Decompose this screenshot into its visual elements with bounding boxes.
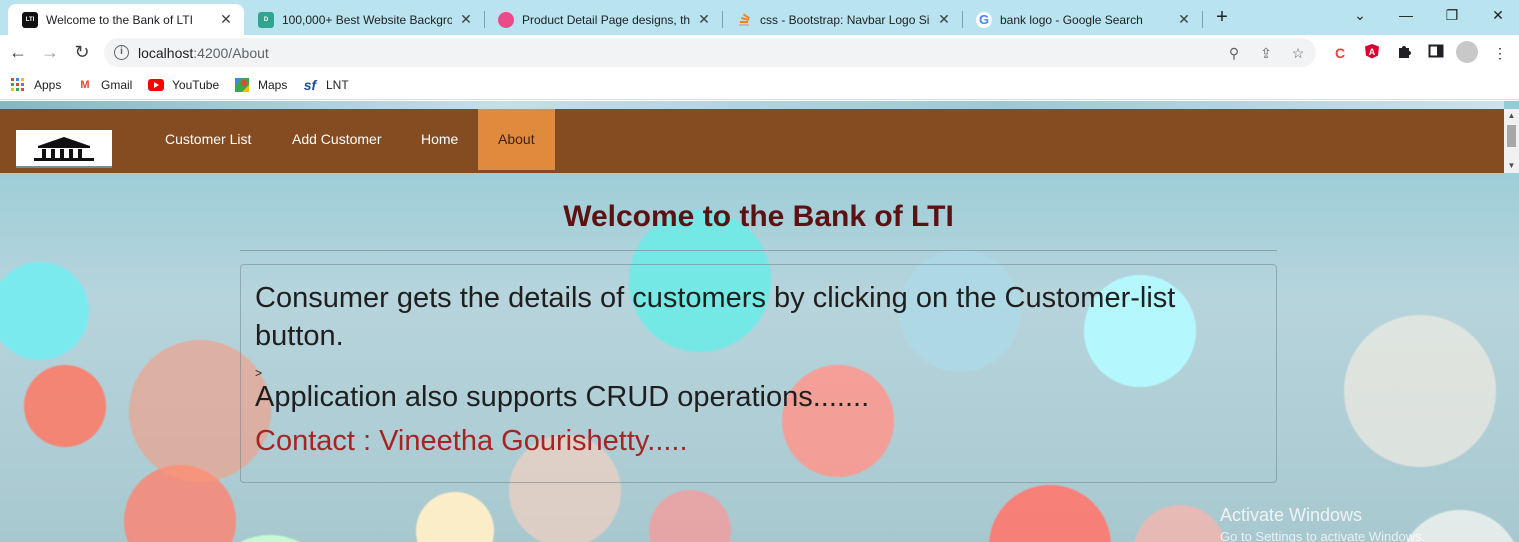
tab-bootstrap-navbar[interactable]: css - Bootstrap: Navbar Logo Size ✕ (722, 4, 962, 35)
close-tab-icon[interactable]: ✕ (1176, 11, 1192, 28)
bookmark-label: Gmail (101, 78, 133, 92)
tab-title: css - Bootstrap: Navbar Logo Size (760, 12, 930, 27)
contact-text: Contact : Vineetha Gourishetty..... (255, 425, 688, 457)
browser-tab-strip: LTI Welcome to the Bank of LTI ✕ D 100,0… (0, 0, 1519, 35)
nav-customer-list[interactable]: Customer List (145, 109, 271, 170)
extensions-puzzle-icon[interactable] (1394, 43, 1414, 63)
bookmark-star-icon[interactable]: ☆ (1288, 43, 1308, 63)
nav-home[interactable]: Home (401, 109, 478, 170)
bookmark-label: Maps (258, 78, 288, 92)
tab-title: 100,000+ Best Website Backgrounds (282, 12, 452, 27)
site-info-icon[interactable]: i (114, 45, 129, 60)
sf-icon: sf (303, 77, 317, 93)
tab-separator (1202, 11, 1203, 28)
bookmark-gmail[interactable]: M Gmail (77, 77, 132, 93)
maps-icon (234, 77, 250, 93)
bookmark-maps[interactable]: Maps (234, 77, 287, 93)
back-arrow-icon[interactable]: ← (6, 41, 30, 65)
share-icon[interactable]: ⇪ (1256, 43, 1276, 63)
about-paragraph-1: Consumer gets the details of customers b… (255, 282, 1176, 352)
restore-icon[interactable]: ❐ (1432, 4, 1472, 28)
bookmark-label: YouTube (172, 78, 220, 92)
apps-grid-icon (10, 77, 26, 93)
d-favicon-icon: D (258, 11, 274, 28)
google-favicon-icon: G (976, 11, 992, 28)
close-tab-icon[interactable]: ✕ (936, 11, 952, 28)
heading-divider (240, 250, 1277, 251)
activate-windows-subtitle: Go to Settings to activate Windows. (1220, 529, 1426, 542)
side-panel-icon[interactable] (1426, 43, 1446, 63)
url-host: localhost (138, 45, 194, 61)
tab-website-backgrounds[interactable]: D 100,000+ Best Website Backgrounds ✕ (244, 4, 484, 35)
profile-avatar[interactable] (1456, 41, 1478, 63)
address-bar[interactable]: i localhost:4200/About ⚲ ⇪ ☆ (104, 38, 1316, 67)
tab-search-chevron-icon[interactable]: ⌄ (1340, 4, 1380, 28)
browser-toolbar: ← → ↻ i localhost:4200/About ⚲ ⇪ ☆ C A ⋮ (0, 35, 1519, 70)
about-card: Consumer gets the details of customers b… (240, 264, 1277, 483)
bookmark-lnt[interactable]: sf LNT (302, 77, 349, 93)
scroll-up-arrow-icon[interactable]: ▲ (1504, 109, 1519, 123)
dribbble-favicon-icon (498, 11, 514, 28)
new-tab-plus-icon[interactable]: + (1210, 6, 1234, 30)
page-viewport: Customer List Add Customer Home About ▲ … (0, 101, 1519, 542)
bookmarks-bar: Apps M Gmail YouTube Maps sf LNT (0, 70, 1519, 100)
zoom-icon[interactable]: ⚲ (1224, 43, 1244, 63)
bookmark-youtube[interactable]: YouTube (148, 77, 219, 93)
background-stripe (0, 101, 1504, 109)
svg-text:A: A (1369, 47, 1376, 57)
tab-welcome-bank[interactable]: LTI Welcome to the Bank of LTI ✕ (8, 4, 244, 35)
forward-arrow-icon[interactable]: → (38, 41, 62, 65)
nav-add-customer[interactable]: Add Customer (272, 109, 401, 170)
scroll-thumb[interactable] (1507, 125, 1516, 147)
tab-google-search[interactable]: G bank logo - Google Search ✕ (962, 4, 1202, 35)
about-paragraph-2: Application also supports CRUD operation… (255, 381, 870, 413)
reload-icon[interactable]: ↻ (70, 41, 94, 65)
page-heading: Welcome to the Bank of LTI (563, 200, 954, 233)
stackoverflow-favicon-icon (736, 12, 752, 28)
bookmark-apps[interactable]: Apps (10, 77, 61, 93)
page-scrollbar[interactable]: ▲ ▼ (1504, 109, 1519, 173)
arrow-text: > (255, 366, 263, 380)
close-tab-icon[interactable]: ✕ (458, 11, 474, 28)
url-path: :4200/About (193, 45, 269, 61)
nav-about[interactable]: About (478, 109, 555, 170)
site-navbar: Customer List Add Customer Home About (0, 109, 1504, 173)
close-tab-icon[interactable]: ✕ (218, 11, 234, 28)
tab-product-detail[interactable]: Product Detail Page designs, themes ✕ (484, 4, 722, 35)
close-window-icon[interactable]: ✕ (1478, 4, 1518, 28)
bank-building-icon (34, 137, 94, 161)
minimize-icon[interactable]: — (1386, 4, 1426, 28)
tab-title: Welcome to the Bank of LTI (46, 12, 193, 27)
angular-extension-icon[interactable]: A (1362, 43, 1382, 63)
bookmark-label: LNT (326, 78, 349, 92)
tab-title: bank logo - Google Search (1000, 12, 1143, 27)
activate-windows-title: Activate Windows (1220, 505, 1363, 525)
tab-title: Product Detail Page designs, themes (522, 12, 690, 27)
chrome-menu-icon[interactable]: ⋮ (1490, 43, 1510, 63)
close-tab-icon[interactable]: ✕ (696, 11, 712, 28)
url-text[interactable]: localhost:4200/About (138, 45, 269, 61)
bank-logo[interactable] (16, 130, 112, 168)
lti-favicon-icon: LTI (22, 11, 38, 28)
bookmark-label: Apps (34, 78, 62, 92)
gmail-icon: M (80, 79, 90, 91)
scroll-down-arrow-icon[interactable]: ▼ (1504, 159, 1519, 173)
youtube-icon (148, 77, 164, 93)
cl-extension-icon[interactable]: C (1330, 43, 1350, 63)
